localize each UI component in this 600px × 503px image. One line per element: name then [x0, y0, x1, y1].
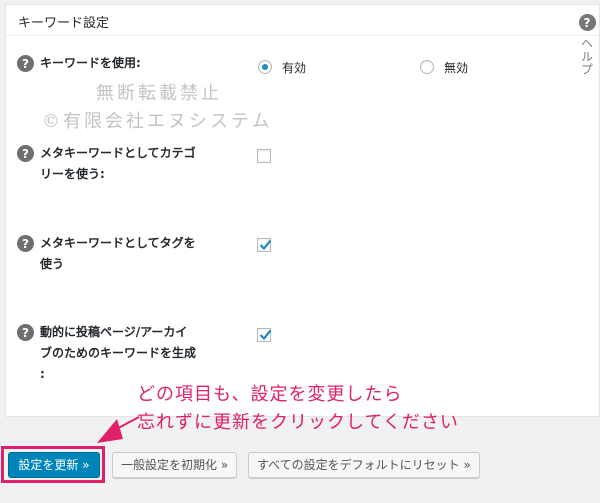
label-line: 使う — [40, 257, 65, 271]
help-tab[interactable]: ? ヘルプ — [578, 14, 596, 76]
categories-meta-keywords-label: メタキーワードとしてカテゴ リーを使う: — [40, 143, 220, 185]
question-icon[interactable]: ? — [17, 145, 34, 162]
annotation-text: どの項目も、設定を変更したら 忘れずに更新をクリックしてください — [137, 381, 459, 437]
tags-meta-keywords-checkbox[interactable] — [257, 238, 272, 252]
use-keywords-enabled-label: 有効 — [282, 61, 307, 75]
panel-title: キーワード設定 — [18, 16, 110, 31]
tags-meta-keywords-label: メタキーワードとしてタグを 使う — [40, 233, 220, 275]
use-keywords-disabled-radio[interactable] — [420, 60, 434, 74]
reset-all-settings-button[interactable]: すべての設定をデフォルトにリセット » — [248, 452, 480, 478]
watermark-line1: 無断転載禁止 — [96, 83, 222, 104]
question-icon: ? — [578, 14, 596, 31]
label-line: メタキーワードとしてタグを — [40, 236, 196, 250]
update-settings-button[interactable]: 設定を更新 » — [8, 452, 100, 478]
question-icon[interactable]: ? — [17, 324, 34, 341]
checkmark-icon — [259, 329, 272, 341]
use-keywords-disabled-label: 無効 — [444, 61, 469, 75]
reset-general-settings-button[interactable]: 一般設定を初期化 » — [112, 452, 238, 478]
panel-header: キーワード設定 — [6, 5, 599, 36]
help-tab-label: ヘルプ — [579, 37, 594, 76]
use-keywords-enabled-radio[interactable] — [258, 60, 272, 74]
question-icon[interactable]: ? — [17, 235, 34, 252]
label-line: リーを使う: — [40, 167, 105, 181]
annotation-line: どの項目も、設定を変更したら — [137, 384, 403, 405]
checkmark-icon — [259, 239, 272, 251]
dynamic-keywords-label: 動的に投稿ページ/アーカイ ブのためのキーワードを生成 : — [40, 322, 220, 385]
watermark-line2: ©有限会社エヌシステム — [42, 111, 273, 132]
categories-meta-keywords-checkbox[interactable] — [257, 149, 271, 163]
question-icon[interactable]: ? — [17, 55, 34, 72]
use-keywords-label: キーワードを使用: — [40, 56, 141, 70]
label-line: ブのためのキーワードを生成 — [40, 346, 197, 360]
annotation-line: 忘れずに更新をクリックしてください — [137, 412, 459, 433]
label-line: 動的に投稿ページ/アーカイ — [40, 325, 188, 339]
dynamic-keywords-checkbox[interactable] — [257, 328, 272, 342]
label-line: メタキーワードとしてカテゴ — [40, 146, 196, 160]
annotation-arrow-icon — [97, 416, 140, 443]
